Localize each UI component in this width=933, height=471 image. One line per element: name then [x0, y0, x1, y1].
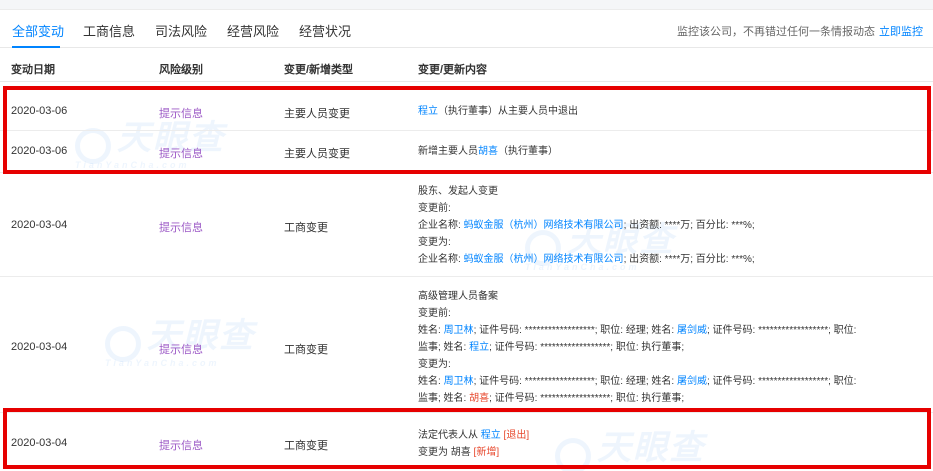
header-risk: 风险级别	[159, 64, 203, 76]
new-tag: [新增]	[470, 447, 500, 458]
row-date: 2020-03-06	[11, 105, 68, 117]
header-type: 变更/新增类型	[284, 64, 354, 76]
table-row: 2020-03-04 提示信息 工商变更 高级管理人员备案 变更前: 姓名: 周…	[0, 277, 933, 413]
header-content: 变更/更新内容	[418, 64, 488, 76]
change-content: 新增主要人员胡喜（执行董事）	[418, 146, 558, 157]
tab-business-info[interactable]: 工商信息	[83, 21, 135, 40]
change-content: 高级管理人员备案 变更前: 姓名: 周卫林; 证件号码: ***********…	[418, 291, 857, 404]
change-type: 主要人员变更	[284, 108, 350, 120]
change-content: 股东、发起人变更 变更前: 企业名称: 蚂蚁金服（杭州）网络技术有限公司; 出资…	[418, 186, 755, 265]
row-date: 2020-03-04	[11, 341, 68, 353]
change-type: 工商变更	[284, 222, 328, 234]
tab-operating-risk[interactable]: 经营风险	[227, 21, 279, 40]
tab-judicial-risk[interactable]: 司法风险	[155, 21, 207, 40]
person-link[interactable]: 胡喜	[478, 146, 498, 157]
table-row: 2020-03-06 提示信息 主要人员变更 新增主要人员胡喜（执行董事）	[0, 131, 933, 173]
active-tab-indicator	[12, 46, 60, 48]
monitor-now-link[interactable]: 立即监控	[879, 26, 923, 38]
table-row: 2020-03-04 提示信息 工商变更 法定代表人从 程立 [退出] 变更为 …	[0, 413, 933, 471]
person-link[interactable]: 屠剑威	[677, 376, 707, 387]
change-content: 法定代表人从 程立 [退出] 变更为 胡喜 [新增]	[418, 430, 530, 458]
company-link[interactable]: 蚂蚁金服（杭州）网络技术有限公司	[464, 254, 624, 265]
table-header: 变动日期 风险级别 变更/新增类型 变更/更新内容	[0, 49, 933, 82]
risk-level-link[interactable]: 提示信息	[159, 437, 203, 453]
company-link[interactable]: 蚂蚁金服（杭州）网络技术有限公司	[464, 220, 624, 231]
risk-level-link[interactable]: 提示信息	[159, 145, 203, 161]
person-link[interactable]: 周卫林	[444, 376, 474, 387]
tab-all-changes[interactable]: 全部变动	[12, 21, 64, 40]
change-type: 主要人员变更	[284, 148, 350, 160]
monitor-notice: 监控该公司，不再错过任何一条情报动态 立即监控	[677, 23, 923, 39]
change-type: 工商变更	[284, 344, 328, 356]
header-date: 变动日期	[11, 64, 55, 76]
top-strip	[0, 0, 933, 10]
person-link-new[interactable]: 胡喜	[469, 393, 489, 404]
risk-level-link[interactable]: 提示信息	[159, 219, 203, 235]
person-link[interactable]: 程立	[469, 342, 489, 353]
person-link[interactable]: 周卫林	[444, 325, 474, 336]
row-date: 2020-03-04	[11, 219, 68, 231]
person-link[interactable]: 程立	[481, 430, 501, 441]
risk-level-link[interactable]: 提示信息	[159, 341, 203, 357]
change-content: 程立（执行董事）从主要人员中退出	[418, 106, 578, 117]
row-date: 2020-03-06	[11, 145, 68, 157]
change-type: 工商变更	[284, 440, 328, 452]
person-link[interactable]: 屠剑威	[677, 325, 707, 336]
table-row: 2020-03-06 提示信息 主要人员变更 程立（执行董事）从主要人员中退出	[0, 83, 933, 131]
table-row: 2020-03-04 提示信息 工商变更 股东、发起人变更 变更前: 企业名称:…	[0, 173, 933, 277]
risk-level-link[interactable]: 提示信息	[159, 105, 203, 121]
person-link[interactable]: 程立	[418, 106, 438, 117]
monitor-notice-text: 监控该公司，不再错过任何一条情报动态	[677, 26, 875, 38]
tab-operating-status[interactable]: 经营状况	[299, 21, 351, 40]
tab-bar: 全部变动 工商信息 司法风险 经营风险 经营状况 监控该公司，不再错过任何一条情…	[0, 10, 933, 48]
row-date: 2020-03-04	[11, 437, 68, 449]
exit-tag: [退出]	[500, 430, 530, 441]
